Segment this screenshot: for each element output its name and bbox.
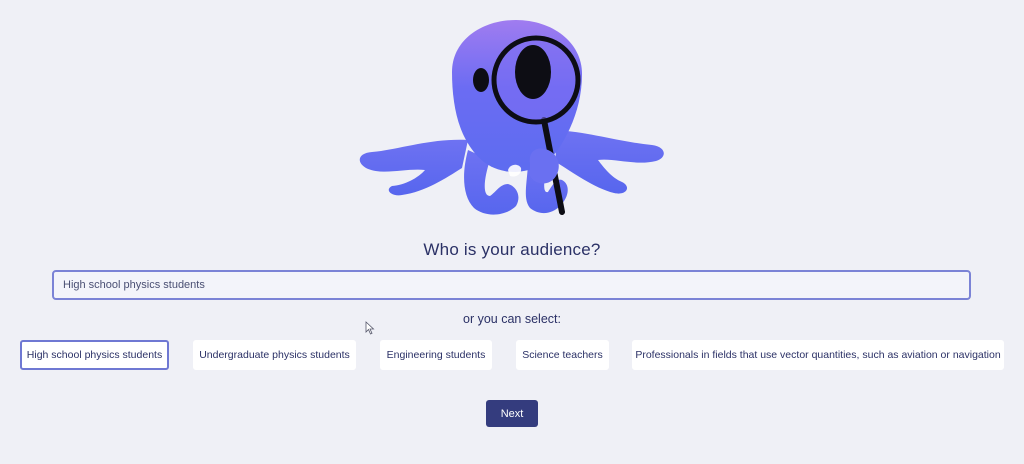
mouse-pointer-icon [365,321,375,335]
options-prompt: or you can select: [463,312,561,326]
audience-input[interactable] [52,270,971,300]
option-engineering-students[interactable]: Engineering students [380,340,492,370]
option-science-teachers[interactable]: Science teachers [516,340,609,370]
option-undergraduate-physics-students[interactable]: Undergraduate physics students [193,340,356,370]
next-button[interactable]: Next [486,400,538,427]
option-high-school-physics-students[interactable]: High school physics students [20,340,169,370]
octopus-mascot-icon [359,20,664,215]
audience-question-heading: Who is your audience? [423,240,601,259]
option-professionals-vector-quantities[interactable]: Professionals in fields that use vector … [632,340,1004,370]
